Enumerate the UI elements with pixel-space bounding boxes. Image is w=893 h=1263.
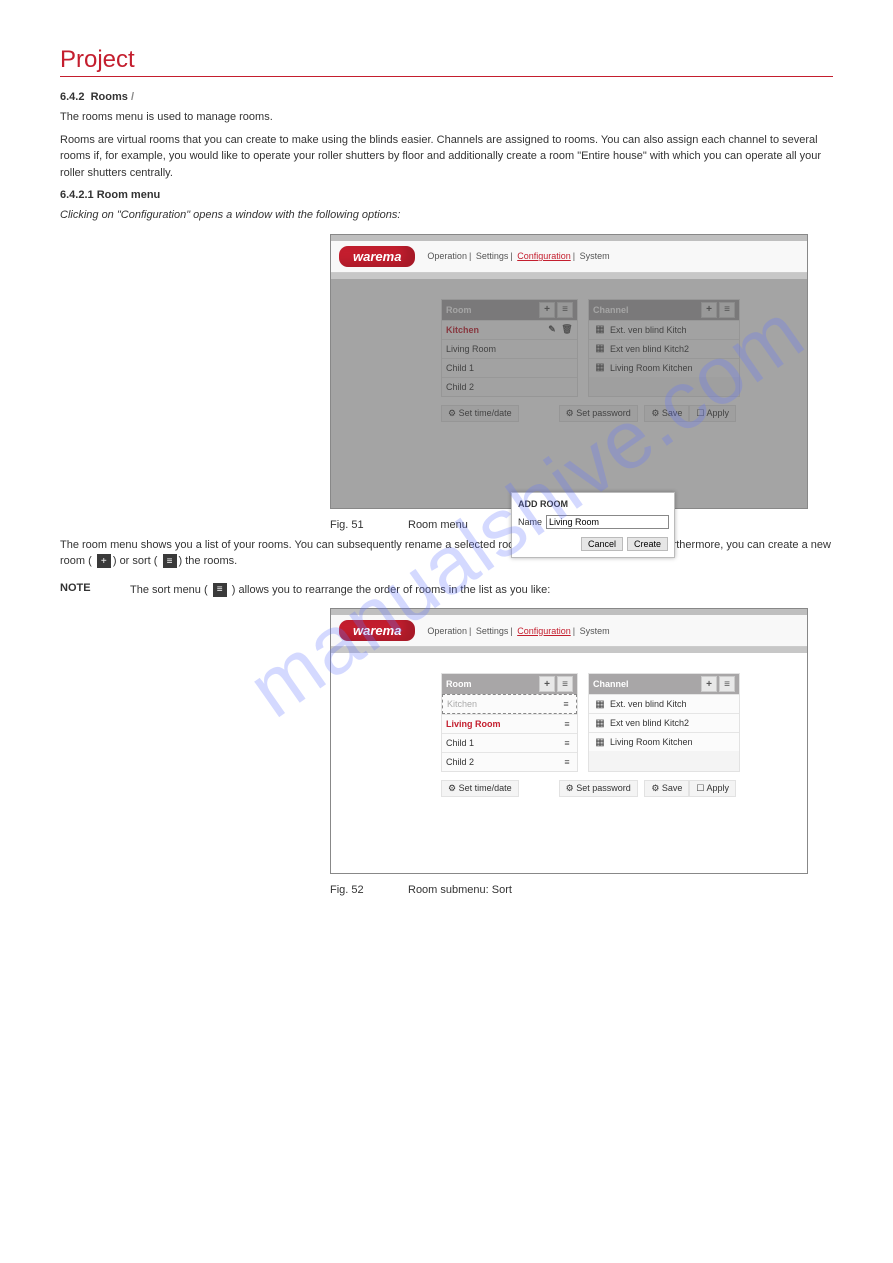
intro-paragraph-2: Rooms are virtual rooms that you can cre… — [60, 132, 833, 182]
rooms-paragraph: The room menu shows you a list of your r… — [60, 537, 833, 570]
reorder-icon[interactable]: ≡ — [560, 699, 572, 709]
room-row[interactable]: Kitchen≡ — [442, 694, 577, 714]
footer-toolbar: ⚙ Set time/date ⚙ Set password ⚙ Save ☐ … — [441, 780, 736, 797]
subheading-6-4-2: 6.4.2 Rooms / — [60, 91, 833, 103]
blind-icon: ▦ — [593, 343, 607, 354]
create-button[interactable]: Create — [627, 537, 668, 551]
blind-icon: ▦ — [593, 362, 607, 373]
add-room-button[interactable]: + — [539, 302, 555, 318]
room-row[interactable]: Child 2≡ — [442, 752, 577, 771]
delete-icon[interactable]: 🗑 — [561, 324, 573, 335]
config-line: Clicking on "Configuration" opens a wind… — [60, 207, 833, 224]
edit-icon[interactable]: ✎ — [546, 324, 558, 335]
save-button[interactable]: ⚙ Save — [644, 780, 689, 797]
room-name-input[interactable] — [546, 515, 669, 529]
sort-icon: ≡ — [213, 583, 227, 597]
add-icon: + — [97, 554, 111, 568]
blind-icon: ▦ — [593, 737, 607, 748]
app-logo: warema — [339, 246, 415, 267]
room-row[interactable]: Living Room — [442, 339, 577, 358]
add-room-modal: ADD ROOM Name Cancel Create — [511, 492, 675, 558]
subheading-6-4-2-1: 6.4.2.1 Room menu — [60, 189, 833, 201]
sort-channels-button[interactable]: ≡ — [719, 676, 735, 692]
sort-rooms-button[interactable]: ≡ — [557, 676, 573, 692]
room-row[interactable]: Child 1 — [442, 358, 577, 377]
room-panel: Room + ≡ Kitchen≡Living Room≡Child 1≡Chi… — [441, 673, 578, 772]
blind-icon: ▦ — [593, 324, 607, 335]
room-row[interactable]: Kitchen✎🗑 — [442, 320, 577, 339]
channel-panel: Channel + ≡ ▦Ext. ven blind Kitch▦Ext ve… — [588, 299, 740, 397]
app-nav: Operation| Settings| Configuration| Syst… — [427, 626, 609, 636]
blind-icon: ▦ — [593, 699, 607, 710]
reorder-icon[interactable]: ≡ — [561, 719, 573, 729]
add-channel-button[interactable]: + — [701, 676, 717, 692]
channel-row[interactable]: ▦Ext ven blind Kitch2 — [589, 713, 739, 732]
fig52-caption: Fig. 52 Room submenu: Sort — [330, 884, 833, 896]
channel-row[interactable]: ▦Living Room Kitchen — [589, 732, 739, 751]
channel-row[interactable]: ▦Living Room Kitchen — [589, 358, 739, 377]
room-row[interactable]: Child 1≡ — [442, 733, 577, 752]
add-channel-button[interactable]: + — [701, 302, 717, 318]
screenshot-sort-rooms: warema Operation| Settings| Configuratio… — [330, 608, 808, 874]
intro-paragraph-1: The rooms menu is used to manage rooms. — [60, 109, 833, 126]
app-logo: warema — [339, 620, 415, 641]
apply-button[interactable]: ☐ Apply — [689, 780, 736, 797]
channel-row[interactable]: ▦Ext. ven blind Kitch — [589, 320, 739, 339]
room-panel: Room + ≡ Kitchen✎🗑Living RoomChild 1Chil… — [441, 299, 578, 397]
set-password-button[interactable]: ⚙ Set password — [559, 405, 638, 422]
set-time-button[interactable]: ⚙ Set time/date — [441, 780, 519, 797]
channel-row[interactable]: ▦Ext ven blind Kitch2 — [589, 339, 739, 358]
channel-row[interactable]: ▦Ext. ven blind Kitch — [589, 694, 739, 713]
room-row[interactable]: Child 2 — [442, 377, 577, 396]
save-button[interactable]: ⚙ Save — [644, 405, 689, 422]
section-heading: Project — [60, 46, 833, 77]
add-room-button[interactable]: + — [539, 676, 555, 692]
apply-button[interactable]: ☐ Apply — [689, 405, 736, 422]
screenshot-add-room: warema Operation| Settings| Configuratio… — [330, 234, 808, 509]
footer-toolbar: ⚙ Set time/date ⚙ Set password ⚙ Save ☐ … — [441, 405, 736, 422]
cancel-button[interactable]: Cancel — [581, 537, 623, 551]
blind-icon: ▦ — [593, 718, 607, 729]
set-password-button[interactable]: ⚙ Set password — [559, 780, 638, 797]
note-block: NOTE The sort menu ( ≡ ) allows you to r… — [60, 582, 833, 599]
set-time-button[interactable]: ⚙ Set time/date — [441, 405, 519, 422]
sort-channels-button[interactable]: ≡ — [719, 302, 735, 318]
sort-icon: ≡ — [163, 554, 177, 568]
reorder-icon[interactable]: ≡ — [561, 757, 573, 767]
reorder-icon[interactable]: ≡ — [561, 738, 573, 748]
channel-panel: Channel + ≡ ▦Ext. ven blind Kitch▦Ext ve… — [588, 673, 740, 772]
sort-rooms-button[interactable]: ≡ — [557, 302, 573, 318]
app-nav: Operation| Settings| Configuration| Syst… — [427, 251, 609, 261]
room-row[interactable]: Living Room≡ — [442, 714, 577, 733]
